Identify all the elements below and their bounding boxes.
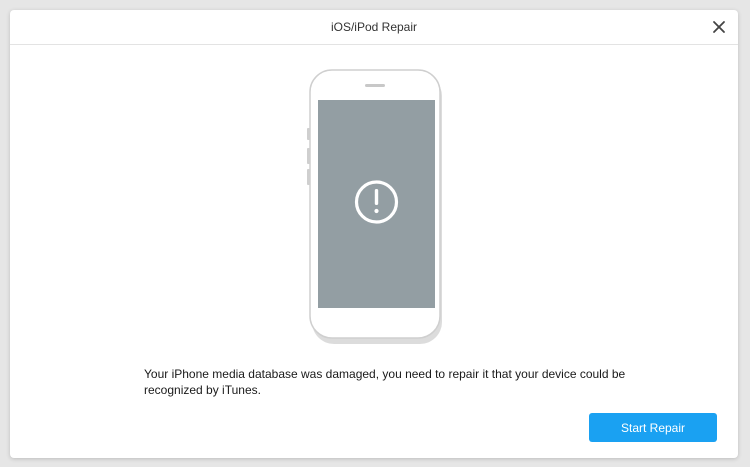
repair-dialog: iOS/iPod Repair Your iPhone media databa… <box>10 10 738 458</box>
dialog-title: iOS/iPod Repair <box>330 20 418 34</box>
title-bar: iOS/iPod Repair <box>10 10 738 45</box>
damage-message: Your iPhone media database was damaged, … <box>144 367 626 397</box>
phone-illustration <box>306 68 446 350</box>
close-icon[interactable] <box>712 20 726 34</box>
start-repair-button[interactable]: Start Repair <box>589 413 717 442</box>
